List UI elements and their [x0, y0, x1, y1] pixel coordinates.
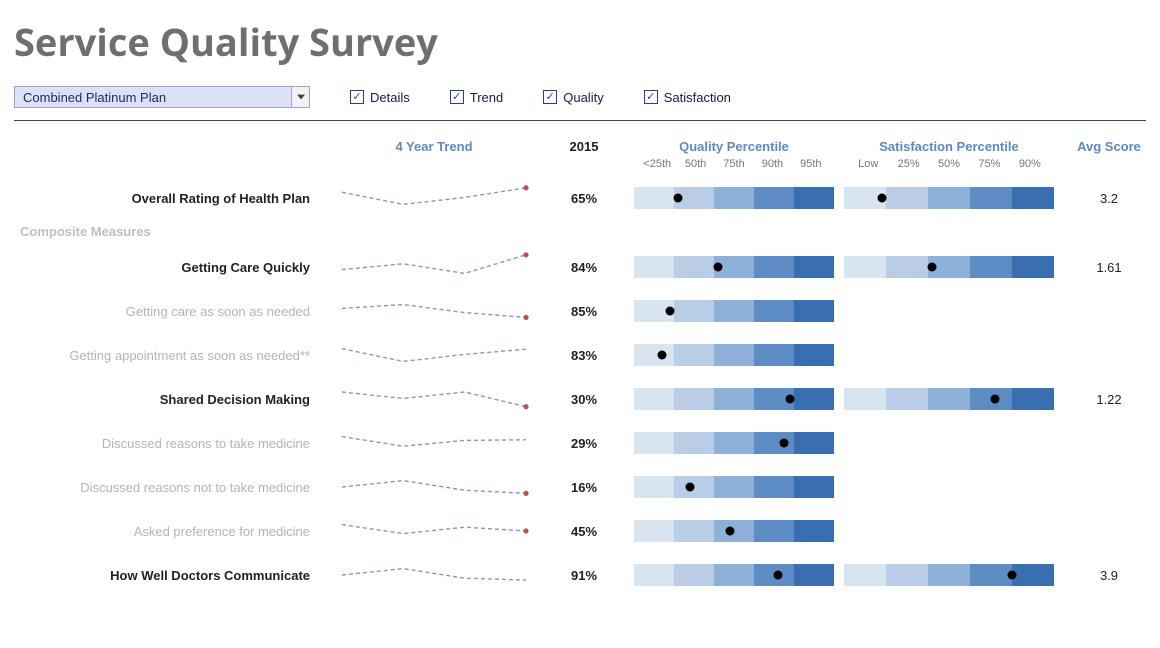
- chevron-down-icon: [291, 87, 309, 107]
- tick-label: 50%: [929, 158, 969, 170]
- quality-bullet: [634, 344, 834, 366]
- quality-ticks: <25th50th75th90th95th: [634, 158, 834, 176]
- trend-sparkline: [334, 465, 534, 509]
- trend-sparkline: [334, 509, 534, 553]
- quality-bullet: [634, 256, 834, 278]
- col-head-satisfaction: Satisfaction Percentile: [844, 133, 1054, 158]
- controls-bar: Combined Platinum Plan ✓ Details ✓ Trend…: [14, 82, 1146, 120]
- checkbox-details[interactable]: ✓ Details: [350, 90, 410, 105]
- trend-sparkline: [334, 289, 534, 333]
- avg-score: 3.2: [1064, 191, 1154, 206]
- quality-bullet: [634, 520, 834, 542]
- row-label: How Well Doctors Communicate: [14, 553, 324, 597]
- quality-bullet: [634, 300, 834, 322]
- satisfaction-bullet: [844, 564, 1054, 586]
- tick-label: 25%: [888, 158, 928, 170]
- tick-label: 50th: [676, 158, 714, 170]
- tick-label: 75%: [969, 158, 1009, 170]
- row-label: Getting appointment as soon as needed**: [14, 333, 324, 377]
- check-icon: ✓: [644, 90, 658, 104]
- row-label: Overall Rating of Health Plan: [14, 176, 324, 220]
- year-value: 16%: [544, 480, 624, 495]
- row-label: Discussed reasons to take medicine: [14, 421, 324, 465]
- year-value: 91%: [544, 568, 624, 583]
- divider: [14, 120, 1146, 121]
- tick-label: 90%: [1010, 158, 1050, 170]
- checkbox-label: Satisfaction: [664, 90, 731, 105]
- section-header: Composite Measures: [14, 220, 1154, 245]
- quality-bullet: [634, 187, 834, 209]
- tick-label: 95th: [792, 158, 830, 170]
- satisfaction-bullet: [844, 256, 1054, 278]
- avg-score: 1.22: [1064, 392, 1154, 407]
- trend-sparkline: [334, 245, 534, 289]
- row-label: Discussed reasons not to take medicine: [14, 465, 324, 509]
- row-label: Asked preference for medicine: [14, 509, 324, 553]
- trend-sparkline: [334, 176, 534, 220]
- avg-score: 3.9: [1064, 568, 1154, 583]
- year-value: 30%: [544, 392, 624, 407]
- trend-sparkline: [334, 421, 534, 465]
- check-icon: ✓: [350, 90, 364, 104]
- col-head-quality: Quality Percentile: [634, 133, 834, 158]
- checkbox-quality[interactable]: ✓ Quality: [543, 90, 603, 105]
- page-title: Service Quality Survey: [14, 16, 1146, 68]
- col-head-trend: 4 Year Trend: [334, 133, 534, 158]
- year-value: 45%: [544, 524, 624, 539]
- satisfaction-bullet: [844, 388, 1054, 410]
- quality-bullet: [634, 432, 834, 454]
- plan-select[interactable]: Combined Platinum Plan: [14, 86, 310, 108]
- tick-label: 90th: [753, 158, 791, 170]
- quality-bullet: [634, 388, 834, 410]
- year-value: 84%: [544, 260, 624, 275]
- tick-label: <25th: [638, 158, 676, 170]
- quality-bullet: [634, 564, 834, 586]
- checkbox-label: Quality: [563, 90, 603, 105]
- checkbox-label: Trend: [470, 90, 503, 105]
- check-icon: ✓: [543, 90, 557, 104]
- year-value: 65%: [544, 191, 624, 206]
- col-head-year: 2015: [544, 133, 624, 158]
- tick-label: 75th: [715, 158, 753, 170]
- check-icon: ✓: [450, 90, 464, 104]
- plan-select-label: Combined Platinum Plan: [23, 90, 166, 105]
- year-value: 29%: [544, 436, 624, 451]
- quality-bullet: [634, 476, 834, 498]
- checkbox-trend[interactable]: ✓ Trend: [450, 90, 503, 105]
- tick-label: Low: [848, 158, 888, 170]
- row-label: Getting Care Quickly: [14, 245, 324, 289]
- row-label: Shared Decision Making: [14, 377, 324, 421]
- data-grid: 4 Year Trend 2015 Quality Percentile Sat…: [14, 133, 1146, 597]
- year-value: 83%: [544, 348, 624, 363]
- checkbox-satisfaction[interactable]: ✓ Satisfaction: [644, 90, 731, 105]
- avg-score: 1.61: [1064, 260, 1154, 275]
- trend-sparkline: [334, 377, 534, 421]
- trend-sparkline: [334, 333, 534, 377]
- year-value: 85%: [544, 304, 624, 319]
- col-head-avg: Avg Score: [1064, 133, 1154, 158]
- trend-sparkline: [334, 553, 534, 597]
- satisfaction-bullet: [844, 187, 1054, 209]
- checkbox-label: Details: [370, 90, 410, 105]
- satisfaction-ticks: Low25%50%75%90%: [844, 158, 1054, 176]
- row-label: Getting care as soon as needed: [14, 289, 324, 333]
